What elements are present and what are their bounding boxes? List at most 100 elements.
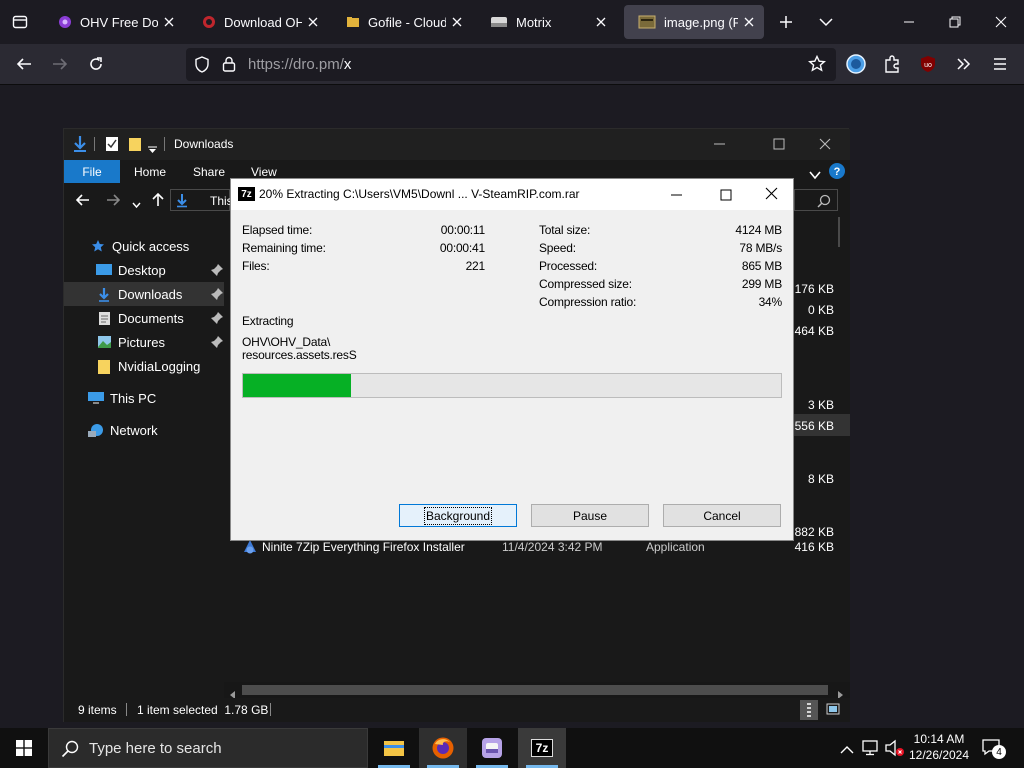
network-status-icon[interactable] bbox=[862, 739, 880, 762]
nav-quick-access[interactable]: Quick access bbox=[64, 234, 224, 258]
ribbon-tab-share[interactable]: Share bbox=[193, 160, 225, 183]
explorer-maximize-button[interactable] bbox=[773, 137, 785, 155]
close-tab-icon[interactable] bbox=[450, 14, 464, 30]
dialog-minimize-button[interactable] bbox=[671, 188, 683, 206]
motrix-icon bbox=[490, 15, 508, 29]
explorer-close-button[interactable] bbox=[819, 137, 831, 155]
nav-pictures[interactable]: Pictures bbox=[64, 330, 224, 354]
network-icon bbox=[88, 422, 104, 438]
lock-icon[interactable] bbox=[222, 56, 236, 78]
details-view-icon[interactable] bbox=[800, 700, 818, 720]
vertical-scrollbar[interactable] bbox=[838, 217, 840, 247]
nav-network[interactable]: Network bbox=[64, 418, 224, 442]
extensions-button[interactable] bbox=[878, 50, 906, 78]
svg-text:?: ? bbox=[834, 166, 841, 178]
download-arrow-icon bbox=[175, 193, 189, 213]
nav-this-pc[interactable]: This PC bbox=[64, 386, 224, 410]
tab-ohv-free-download[interactable]: OHV Free Down bbox=[44, 5, 184, 39]
close-tab-icon[interactable] bbox=[594, 14, 608, 30]
dialog-maximize-button[interactable] bbox=[720, 188, 732, 206]
close-tab-icon[interactable] bbox=[742, 14, 756, 30]
taskbar-file-explorer[interactable] bbox=[370, 728, 418, 768]
restore-button[interactable] bbox=[932, 8, 978, 36]
image-icon bbox=[638, 15, 656, 29]
tab-motrix[interactable]: Motrix bbox=[476, 5, 616, 39]
start-button[interactable] bbox=[0, 728, 48, 768]
tab-gofile[interactable]: Gofile - Cloud S bbox=[332, 5, 472, 39]
back-button[interactable] bbox=[10, 50, 38, 78]
folder-icon[interactable] bbox=[128, 136, 142, 157]
dialog-title-bar[interactable]: 7z 20% Extracting C:\Users\VM5\Downl ...… bbox=[231, 179, 793, 210]
file-name: Ninite 7Zip Everything Firefox Installer bbox=[262, 540, 465, 554]
explorer-minimize-button[interactable] bbox=[714, 137, 726, 155]
close-window-button[interactable] bbox=[978, 8, 1024, 36]
explorer-title-bar[interactable]: Downloads bbox=[64, 129, 850, 160]
search-box[interactable] bbox=[794, 189, 838, 211]
taskbar-motrix[interactable] bbox=[468, 728, 516, 768]
ublock-button[interactable]: uo bbox=[914, 50, 942, 78]
close-tab-icon[interactable] bbox=[162, 14, 176, 30]
extracting-label: Extracting bbox=[242, 314, 294, 328]
tab-list-button[interactable] bbox=[6, 9, 34, 35]
taskbar-clock[interactable]: 10:14 AM 12/26/2024 bbox=[906, 731, 972, 763]
reload-button[interactable] bbox=[82, 50, 110, 78]
nav-desktop[interactable]: Desktop bbox=[64, 258, 224, 282]
nav-documents[interactable]: Documents bbox=[64, 306, 224, 330]
bookmark-star-icon[interactable] bbox=[808, 54, 826, 78]
all-tabs-button[interactable] bbox=[812, 9, 840, 35]
star-icon bbox=[90, 238, 106, 254]
show-hidden-icons-chevron-icon[interactable] bbox=[840, 742, 854, 760]
horizontal-scrollbar[interactable] bbox=[224, 682, 850, 699]
new-tab-button[interactable] bbox=[772, 9, 800, 35]
address-bar[interactable]: This bbox=[170, 189, 233, 213]
recent-locations-icon[interactable] bbox=[132, 196, 141, 214]
pin-icon bbox=[210, 287, 224, 304]
account-button[interactable] bbox=[842, 50, 870, 78]
large-icons-view-icon[interactable] bbox=[826, 703, 840, 718]
selection-info: 1 item selected 1.78 GB bbox=[137, 703, 269, 717]
taskbar-search-box[interactable]: Type here to search bbox=[48, 728, 368, 768]
7zip-app-icon: 7z bbox=[238, 187, 255, 201]
ribbon-tab-home[interactable]: Home bbox=[134, 160, 166, 183]
taskbar-firefox[interactable] bbox=[419, 728, 467, 768]
folder-icon bbox=[96, 358, 112, 374]
tab-download-ohv[interactable]: Download OHV bbox=[188, 5, 328, 39]
menu-button[interactable] bbox=[986, 50, 1014, 78]
explorer-navigation-pane: Quick access Desktop Downloads Documents… bbox=[64, 217, 224, 693]
tab-image-png[interactable]: image.png (PNG bbox=[624, 5, 764, 39]
more-tools-button[interactable] bbox=[950, 50, 978, 78]
nav-downloads[interactable]: Downloads bbox=[64, 282, 224, 306]
background-button[interactable]: Background bbox=[399, 504, 517, 527]
pin-icon bbox=[210, 263, 224, 280]
scroll-thumb[interactable] bbox=[242, 685, 828, 695]
forward-arrow-icon[interactable] bbox=[106, 193, 121, 212]
file-size: 416 KB bbox=[794, 540, 834, 554]
close-tab-icon[interactable] bbox=[306, 14, 320, 30]
ribbon-tab-file[interactable]: File bbox=[64, 160, 120, 183]
nav-nvidialogging[interactable]: NvidiaLogging bbox=[64, 354, 224, 378]
up-arrow-icon[interactable] bbox=[151, 192, 165, 212]
minimize-button[interactable] bbox=[886, 8, 932, 36]
search-icon bbox=[61, 740, 79, 763]
hamburger-menu-icon bbox=[994, 58, 1006, 70]
taskbar-7zip[interactable]: 7z bbox=[518, 728, 566, 768]
notification-center-icon[interactable]: 4 bbox=[982, 738, 1006, 759]
tab-list-icon bbox=[12, 15, 28, 29]
forward-button[interactable] bbox=[46, 50, 74, 78]
checklist-icon[interactable] bbox=[105, 136, 119, 157]
dialog-close-button[interactable] bbox=[765, 187, 778, 205]
url-text[interactable]: https://dro.pm/x bbox=[248, 56, 351, 73]
file-size: 8 KB bbox=[807, 472, 834, 486]
cancel-button[interactable]: Cancel bbox=[663, 504, 781, 527]
search-icon bbox=[817, 194, 831, 213]
back-arrow-icon[interactable] bbox=[75, 193, 90, 212]
shield-icon[interactable] bbox=[194, 56, 210, 78]
file-size: 556 KB bbox=[794, 419, 834, 433]
help-icon[interactable]: ? bbox=[829, 163, 845, 184]
qat-dropdown-icon[interactable] bbox=[148, 141, 157, 159]
pause-button[interactable]: Pause bbox=[531, 504, 649, 527]
volume-muted-icon[interactable] bbox=[885, 739, 905, 762]
close-icon bbox=[995, 16, 1007, 28]
url-bar[interactable]: https://dro.pm/x bbox=[186, 48, 836, 81]
file-size: 176 KB bbox=[794, 282, 834, 296]
